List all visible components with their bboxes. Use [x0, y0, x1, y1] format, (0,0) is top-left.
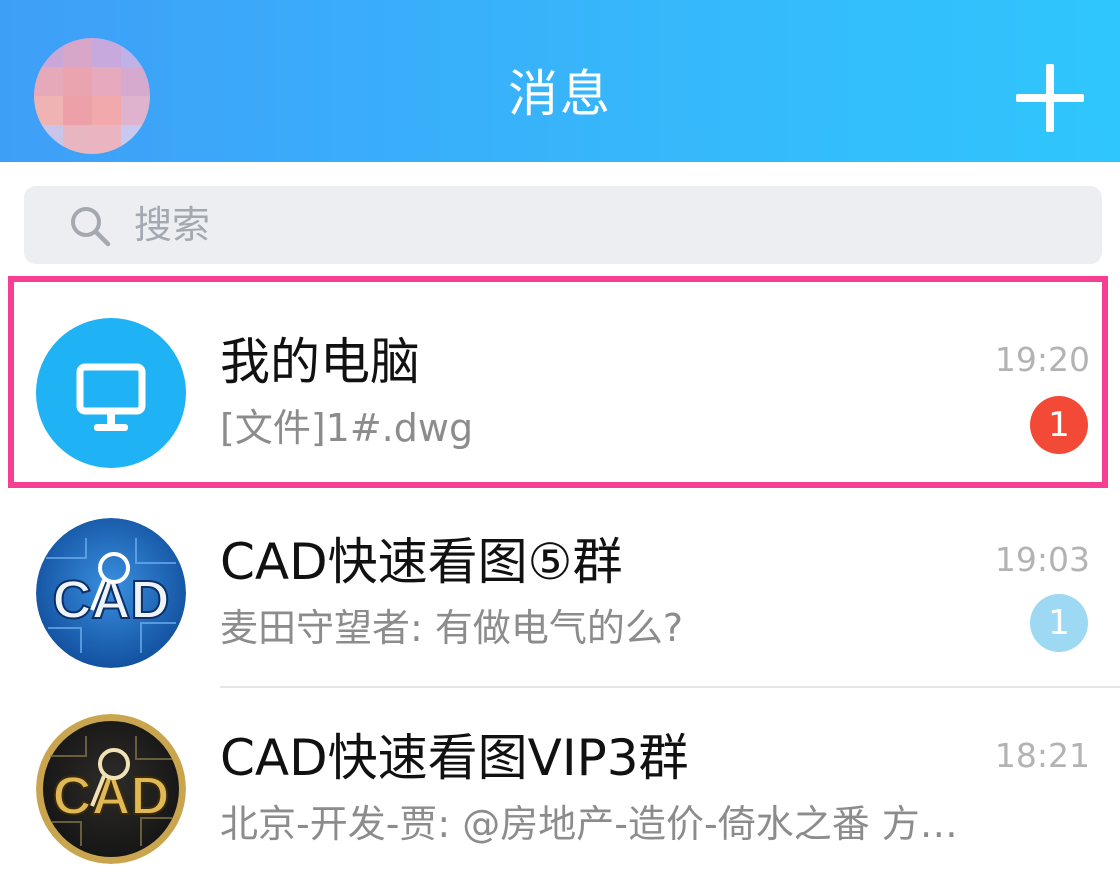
- svg-text:CAD: CAD: [53, 570, 170, 630]
- svg-text:CAD: CAD: [53, 766, 170, 826]
- avatar: [36, 318, 186, 468]
- search-icon: [68, 204, 112, 248]
- cad-blue-logo-icon: CAD: [36, 518, 186, 668]
- add-button[interactable]: [1012, 60, 1088, 136]
- cad-gold-logo-icon: CAD: [36, 714, 186, 864]
- chat-item-my-computer[interactable]: 我的电脑 [文件]1#.dwg 19:20 1: [0, 290, 1120, 486]
- unread-badge: 1: [1030, 396, 1088, 454]
- plus-icon: [1016, 64, 1084, 132]
- chat-preview: 北京-开发-贾: @房地产-造价-倚水之番 方…: [220, 802, 958, 846]
- top-nav-bar: 消息: [0, 0, 1120, 162]
- chat-preview: 麦田守望者: 有做电气的么?: [220, 606, 684, 650]
- chat-time: 19:20: [994, 340, 1090, 379]
- avatar: CAD: [36, 714, 186, 864]
- search-bar[interactable]: 搜索: [24, 186, 1102, 264]
- messages-screen: 消息 搜索 我的电脑 [文件]1#.dwg 19:20 1 CAD CAD快速看…: [0, 0, 1120, 872]
- chat-name: CAD快速看图⑤群: [220, 533, 623, 591]
- chat-time: 18:21: [994, 736, 1090, 775]
- monitor-icon: [76, 363, 146, 431]
- avatar: CAD: [36, 518, 186, 668]
- chat-name: CAD快速看图VIP3群: [220, 729, 689, 787]
- chat-item-cad-group-5[interactable]: CAD CAD快速看图⑤群 麦田守望者: 有做电气的么? 19:03 1: [0, 490, 1120, 686]
- chat-preview: [文件]1#.dwg: [220, 406, 474, 450]
- chat-item-cad-vip3-group[interactable]: CAD CAD快速看图VIP3群 北京-开发-贾: @房地产-造价-倚水之番 方…: [0, 688, 1120, 872]
- chat-name: 我的电脑: [220, 333, 420, 391]
- page-title: 消息: [508, 65, 612, 123]
- unread-badge: 1: [1030, 594, 1088, 652]
- chat-time: 19:03: [994, 540, 1090, 579]
- search-input[interactable]: 搜索: [134, 198, 210, 252]
